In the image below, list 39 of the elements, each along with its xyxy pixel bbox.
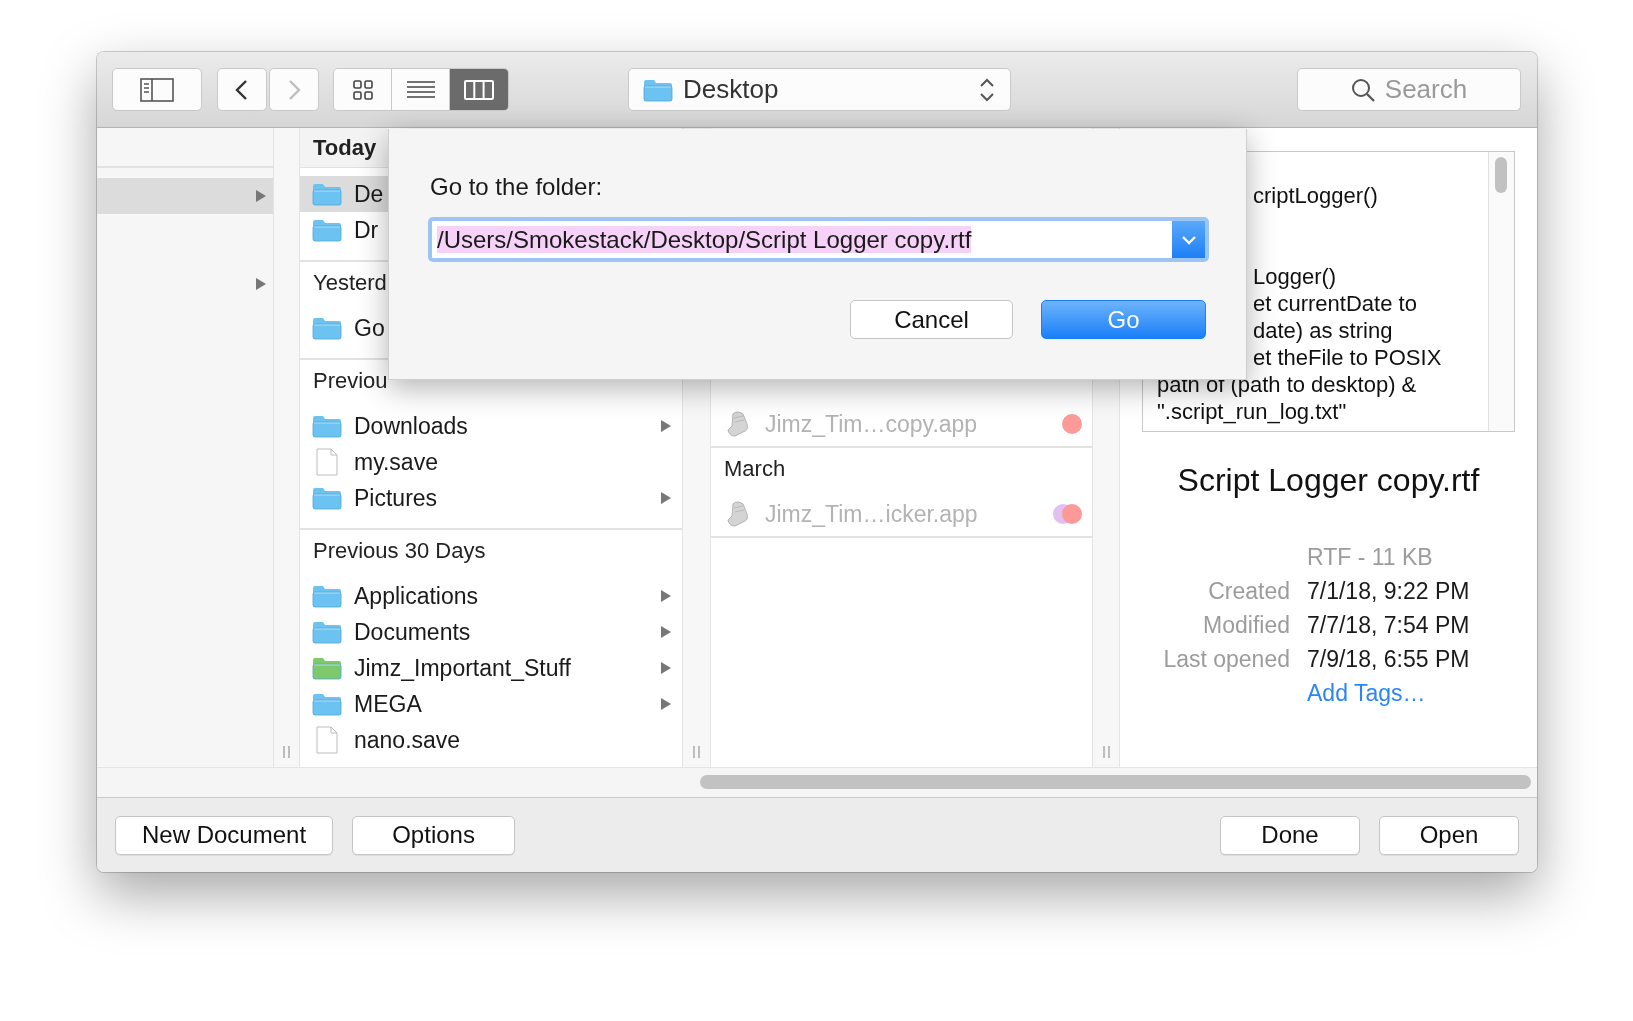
file-row[interactable]: Downloads <box>300 408 682 444</box>
file-kind-size: RTF - 11 KB <box>1307 543 1434 572</box>
preview-text-line: Logger() <box>1252 263 1338 290</box>
file-row[interactable]: Go <box>300 310 388 346</box>
info-value: 7/1/18, 9:22 PM <box>1307 577 1470 606</box>
file-row[interactable]: Jimz_Important_Stuff <box>300 650 682 686</box>
file-row[interactable]: De <box>300 176 388 212</box>
dialog-button[interactable]: New Document <box>115 815 334 855</box>
file-title: Script Logger copy.rtf <box>1176 461 1481 500</box>
info-value: 7/7/18, 7:54 PM <box>1307 611 1470 640</box>
dialog-button[interactable]: Done <box>1220 815 1360 855</box>
file-row[interactable]: MEGA <box>300 686 682 722</box>
info-label: Last opened <box>1162 645 1290 674</box>
file-row[interactable]: Documents <box>300 614 682 650</box>
location-popup[interactable]: Desktop <box>628 68 1011 111</box>
dialog-label: Go to the folder: <box>430 172 604 202</box>
section-header: Today <box>300 128 388 168</box>
section-header: Previous 30 Days <box>312 536 487 565</box>
info-value: 7/9/18, 6:55 PM <box>1307 645 1470 674</box>
file-row[interactable]: my.save <box>300 444 682 480</box>
add-tags-link[interactable]: Add Tags… <box>1307 676 1470 710</box>
dialog-button[interactable]: Cancel <box>850 300 1013 339</box>
info-label: Created <box>1207 577 1290 606</box>
dialog-button[interactable]: Open <box>1379 815 1519 855</box>
info-label: Modified <box>1202 611 1290 640</box>
path-field[interactable]: /Users/Smokestack/Desktop/Script Logger copy.rtf <box>428 217 1209 262</box>
preview-text-line: criptLogger() <box>1252 182 1379 209</box>
file-row[interactable]: Applications <box>300 578 682 614</box>
section-header: Yesterd <box>312 268 388 297</box>
section-header: Previou <box>312 366 388 395</box>
preview-text-line: ".script_run_log.txt" <box>1157 398 1348 425</box>
preview-text-line: et theFile to POSIX <box>1252 344 1443 371</box>
file-row[interactable]: Dr <box>300 212 388 248</box>
dialog-button[interactable]: Options <box>352 815 516 855</box>
section-header: March <box>723 454 787 483</box>
preview-text-line: et currentDate to <box>1252 290 1418 317</box>
file-row[interactable]: Pictures <box>300 480 682 516</box>
preview-text-line: date) as string <box>1252 317 1394 344</box>
file-row[interactable]: nano.save <box>300 722 682 758</box>
